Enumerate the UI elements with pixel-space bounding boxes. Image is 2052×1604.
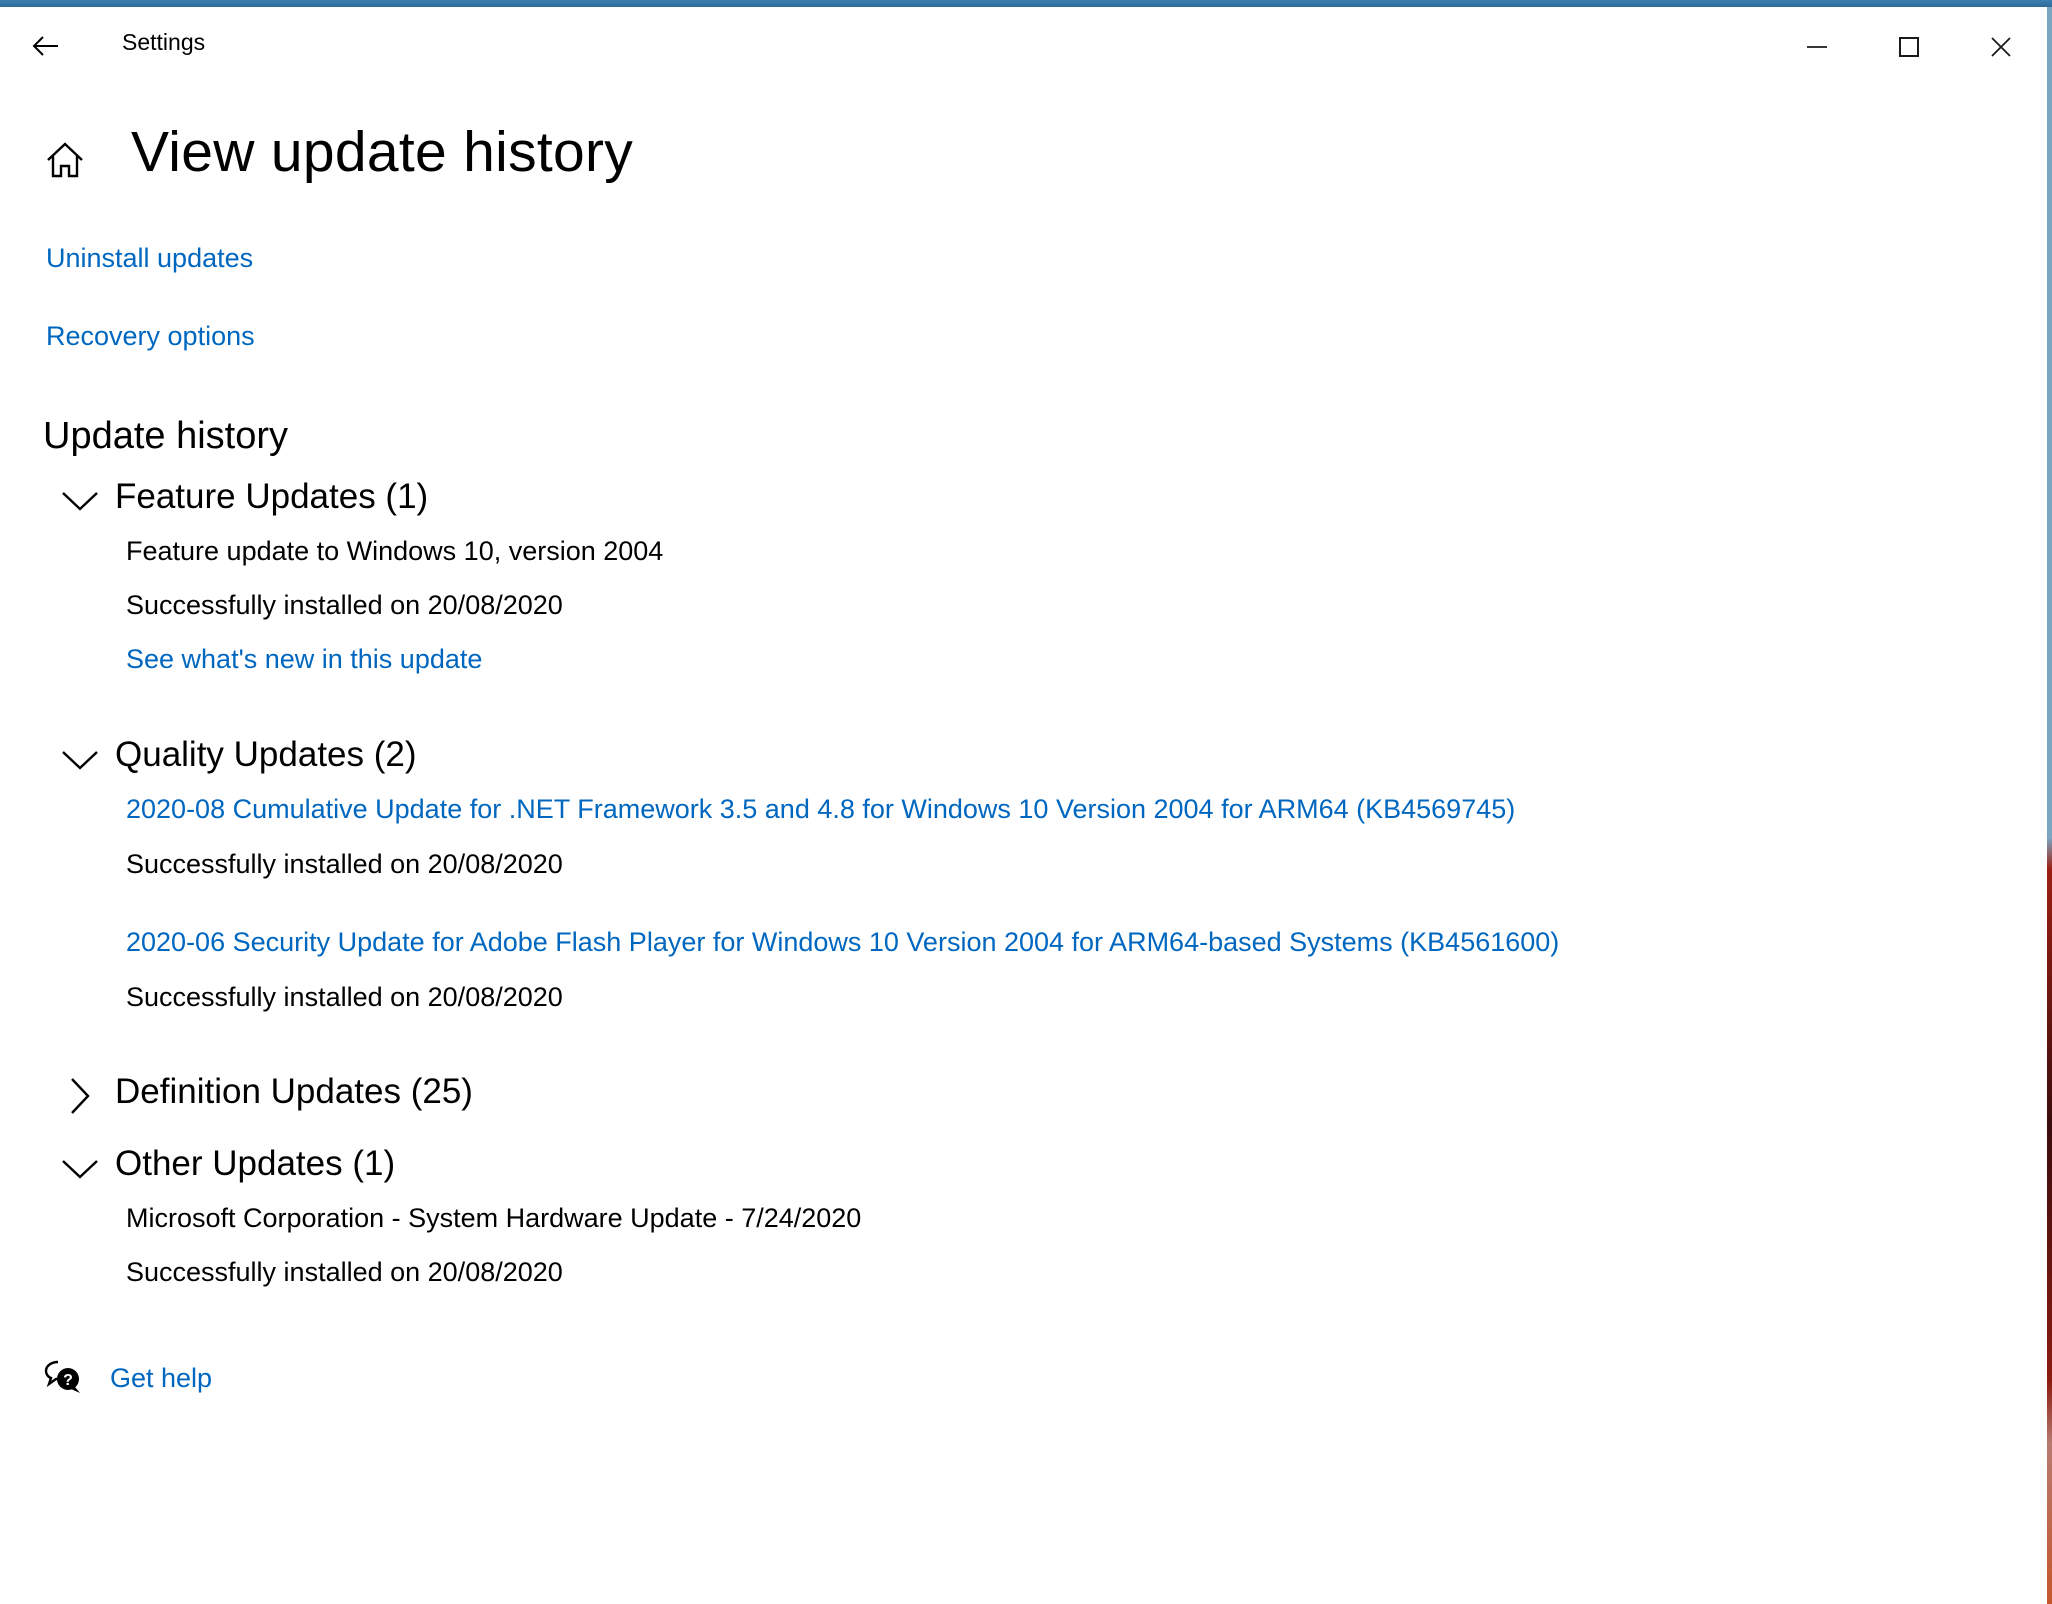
update-status: Successfully installed on 20/08/2020 bbox=[126, 982, 563, 1012]
svg-text:?: ? bbox=[63, 1372, 73, 1389]
chevron-right-icon bbox=[71, 1078, 90, 1114]
quality-updates-header[interactable]: Quality Updates (2) bbox=[115, 735, 417, 775]
update-name: Microsoft Corporation - System Hardware … bbox=[126, 1203, 862, 1233]
update-status: Successfully installed on 20/08/2020 bbox=[126, 849, 563, 879]
quality-update-link[interactable]: 2020-06 Security Update for Adobe Flash … bbox=[126, 927, 1559, 958]
settings-window: Settings View update history Uninstall u… bbox=[0, 7, 2047, 1604]
close-icon bbox=[1991, 37, 2011, 57]
get-help-link[interactable]: Get help bbox=[110, 1363, 212, 1394]
window-title: Settings bbox=[122, 29, 206, 55]
page-title: View update history bbox=[131, 120, 634, 184]
see-whats-new-link[interactable]: See what's new in this update bbox=[126, 644, 482, 675]
update-status: Successfully installed on 20/08/2020 bbox=[126, 1257, 563, 1287]
feature-updates-toggle[interactable] bbox=[60, 479, 100, 519]
definition-updates-header[interactable]: Definition Updates (25) bbox=[115, 1072, 473, 1112]
desktop-background bbox=[2047, 7, 2052, 1604]
back-button[interactable] bbox=[28, 29, 64, 65]
uninstall-updates-link[interactable]: Uninstall updates bbox=[46, 243, 253, 274]
home-button[interactable] bbox=[44, 139, 86, 181]
feature-updates-header[interactable]: Feature Updates (1) bbox=[115, 477, 428, 517]
definition-updates-toggle[interactable] bbox=[60, 1076, 100, 1116]
section-title: Update history bbox=[43, 415, 289, 457]
quality-updates-toggle[interactable] bbox=[60, 738, 100, 778]
minimize-button[interactable] bbox=[1777, 25, 1857, 69]
chevron-down-icon bbox=[62, 492, 98, 511]
chevron-down-icon bbox=[62, 751, 98, 770]
maximize-button[interactable] bbox=[1869, 25, 1949, 69]
update-status: Successfully installed on 20/08/2020 bbox=[126, 590, 563, 620]
close-button[interactable] bbox=[1961, 25, 2041, 69]
home-icon bbox=[47, 142, 83, 178]
other-updates-header[interactable]: Other Updates (1) bbox=[115, 1144, 395, 1184]
back-arrow-icon bbox=[32, 36, 58, 56]
recovery-options-link[interactable]: Recovery options bbox=[46, 321, 255, 352]
chevron-down-icon bbox=[62, 1160, 98, 1179]
quality-update-link[interactable]: 2020-08 Cumulative Update for .NET Frame… bbox=[126, 794, 1515, 825]
help-chat-icon: ? bbox=[44, 1360, 80, 1393]
maximize-icon bbox=[1899, 37, 1919, 57]
get-help-icon-wrap[interactable]: ? bbox=[44, 1359, 82, 1397]
other-updates-toggle[interactable] bbox=[60, 1147, 100, 1187]
update-name: Feature update to Windows 10, version 20… bbox=[126, 536, 664, 566]
minimize-icon bbox=[1807, 46, 1827, 48]
window-top-border bbox=[0, 0, 2052, 7]
